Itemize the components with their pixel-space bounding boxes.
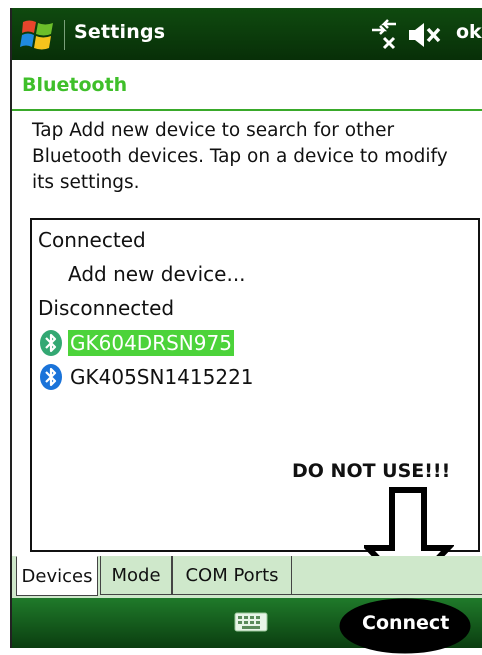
- bluetooth-icon: [40, 330, 62, 356]
- connectivity-icon[interactable]: [368, 18, 400, 50]
- tab-strip-filler: [292, 556, 482, 595]
- section-header: Bluetooth: [12, 60, 482, 110]
- ok-button[interactable]: ok: [456, 21, 482, 43]
- device-item[interactable]: GK604DRSN975: [38, 328, 234, 358]
- window-title: Settings: [74, 21, 166, 43]
- header-divider: [12, 109, 482, 111]
- disconnected-header: Disconnected: [38, 296, 175, 320]
- connected-header: Connected: [38, 228, 146, 252]
- title-bar: Settings ok: [12, 8, 482, 60]
- keyboard-icon[interactable]: [234, 612, 268, 632]
- description-text: Tap Add new device to search for other B…: [32, 120, 448, 193]
- warning-annotation: DO NOT USE!!!: [292, 460, 451, 482]
- tab-com-ports[interactable]: COM Ports: [172, 556, 292, 595]
- device-name: GK604DRSN975: [68, 330, 234, 356]
- tab-strip: Devices Mode COM Ports: [12, 556, 482, 598]
- tab-mode[interactable]: Mode: [100, 556, 172, 595]
- connect-button[interactable]: Connect: [362, 612, 449, 634]
- add-new-device-item[interactable]: Add new device...: [68, 262, 246, 286]
- app-window: Settings ok Bluetooth Tap Add new device…: [10, 8, 482, 654]
- bluetooth-icon: [40, 364, 62, 390]
- tab-devices[interactable]: Devices: [16, 556, 98, 596]
- volume-muted-icon[interactable]: [406, 20, 442, 50]
- title-separator: [64, 20, 65, 50]
- device-item[interactable]: GK405SN1415221: [38, 362, 256, 392]
- windows-logo-icon[interactable]: [20, 16, 56, 52]
- section-title: Bluetooth: [22, 74, 128, 96]
- device-name: GK405SN1415221: [70, 365, 254, 389]
